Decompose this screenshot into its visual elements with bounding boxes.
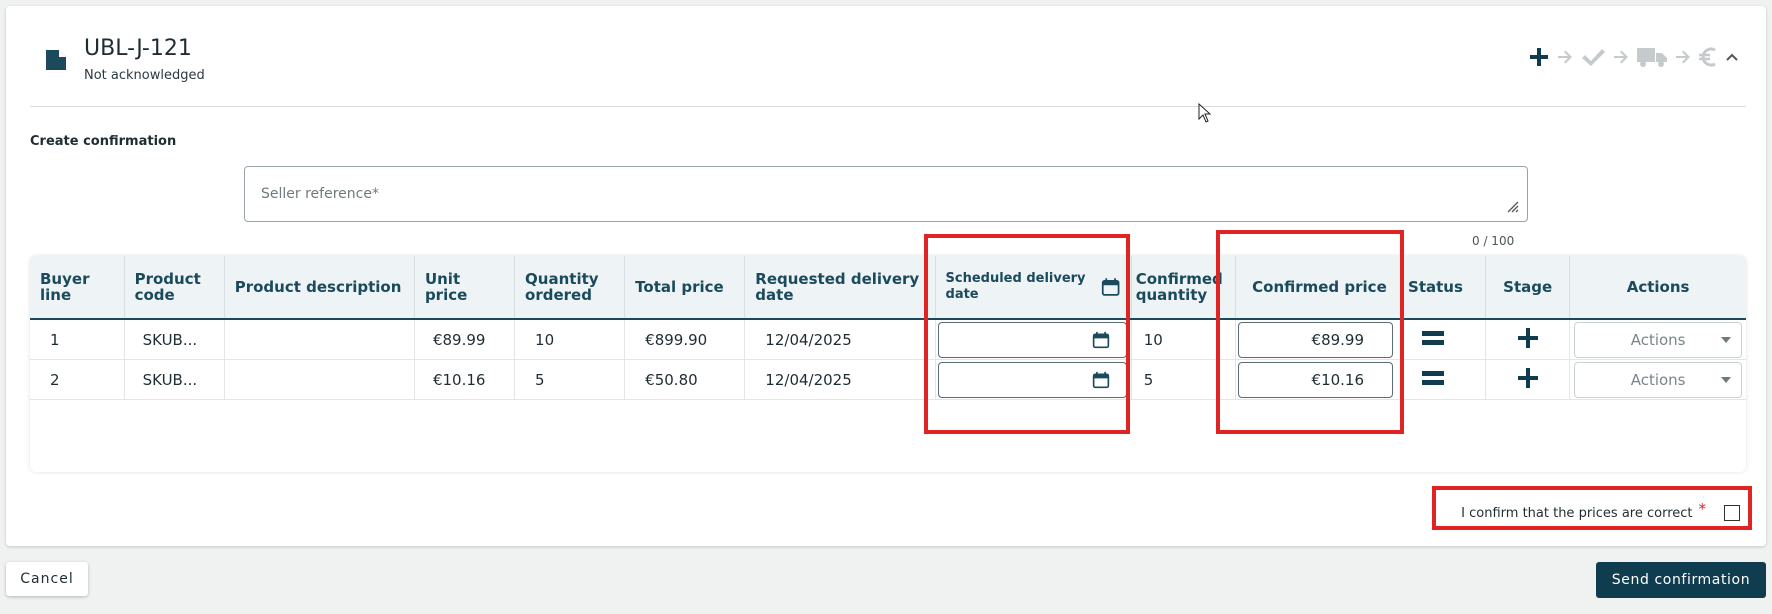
column-header-scheduled-delivery[interactable]: Scheduled delivery date: [935, 256, 1132, 320]
stage-cell: [1485, 319, 1571, 360]
column-header[interactable]: Status: [1403, 256, 1487, 320]
plus-icon[interactable]: [1517, 327, 1539, 349]
table-row: 1 SKUB... €89.99 10 €899.90 12/04/2025 1…: [30, 319, 1746, 360]
column-header[interactable]: Stage: [1485, 256, 1571, 320]
scheduled-delivery-input[interactable]: [937, 321, 1127, 358]
equals-icon: [1422, 370, 1445, 385]
product-code-cell: SKUB...: [124, 319, 225, 360]
calendar-icon[interactable]: [1092, 331, 1110, 349]
plus-icon[interactable]: [1528, 46, 1550, 68]
confirm-prices-label: I confirm that the prices are correct: [1461, 505, 1693, 521]
character-counter: 0 / 100: [1472, 234, 1515, 248]
resize-handle-icon[interactable]: [1505, 199, 1519, 213]
document-icon: [46, 50, 66, 70]
equals-icon: [1422, 330, 1445, 345]
confirmed-price-cell: €89.99: [1235, 319, 1405, 360]
arrow-right-icon: [1676, 50, 1690, 64]
cancel-button[interactable]: Cancel: [6, 562, 88, 596]
order-title: UBL-J-121: [84, 36, 192, 61]
confirmation-card: UBL-J-121 Not acknowledged Create confir…: [6, 6, 1766, 546]
scheduled-delivery-cell: [935, 319, 1132, 360]
confirm-prices-checkbox[interactable]: [1724, 505, 1740, 521]
buyer-line-cell: 1: [30, 319, 125, 360]
send-confirmation-button[interactable]: Send confirmation: [1596, 562, 1766, 598]
unit-price-cell: €10.16: [414, 359, 516, 400]
product-description-cell: [224, 359, 415, 400]
confirm-prices-row: I confirm that the prices are correct *: [1438, 492, 1750, 534]
table-row: 2 SKUB... €10.16 5 €50.80 12/04/2025 5 €…: [30, 359, 1746, 400]
seller-reference-field[interactable]: [244, 166, 1528, 222]
calendar-icon[interactable]: [1101, 276, 1120, 298]
stage-cell: [1485, 359, 1571, 400]
column-header[interactable]: Confirmed price: [1235, 256, 1405, 320]
scheduled-delivery-cell: [935, 359, 1132, 400]
plus-icon[interactable]: [1517, 367, 1539, 389]
mouse-cursor-icon: [1198, 103, 1212, 123]
order-lines-table: Buyer line Product code Product descript…: [30, 256, 1746, 472]
requested-delivery-cell: 12/04/2025: [744, 319, 936, 360]
actions-dropdown[interactable]: Actions: [1574, 361, 1742, 398]
quantity-ordered-cell: 10: [514, 319, 626, 360]
actions-label: Actions: [1630, 330, 1686, 349]
euro-icon: [1699, 47, 1716, 67]
seller-reference-input[interactable]: [259, 177, 1463, 211]
scheduled-delivery-input[interactable]: [937, 361, 1127, 398]
unit-price-cell: €89.99: [414, 319, 516, 360]
confirmed-price-cell: €10.16: [1235, 359, 1405, 400]
order-status: Not acknowledged: [84, 68, 205, 83]
divider: [30, 106, 1746, 107]
total-price-cell: €899.90: [624, 319, 746, 360]
chevron-up-icon[interactable]: [1724, 49, 1740, 65]
column-header[interactable]: Unit price: [414, 256, 516, 320]
buyer-line-cell: 2: [30, 359, 125, 400]
column-header[interactable]: Product code: [124, 256, 225, 320]
section-title: Create confirmation: [30, 134, 177, 149]
column-header[interactable]: Buyer line: [30, 256, 125, 320]
confirmed-price-input[interactable]: €89.99: [1237, 321, 1394, 358]
requested-delivery-cell: 12/04/2025: [744, 359, 936, 400]
column-header-label: Scheduled delivery date: [945, 271, 1086, 302]
column-header[interactable]: Confirmed quantity: [1131, 256, 1236, 320]
column-header[interactable]: Total price: [624, 256, 746, 320]
actions-cell: Actions: [1569, 359, 1746, 400]
truck-icon: [1637, 48, 1667, 67]
actions-cell: Actions: [1569, 319, 1746, 360]
arrow-right-icon: [1558, 50, 1572, 64]
column-header[interactable]: Product description: [224, 256, 415, 320]
table-header-row: Buyer line Product code Product descript…: [30, 256, 1746, 320]
confirmed-quantity-cell: 5: [1131, 359, 1236, 400]
column-header[interactable]: Quantity ordered: [514, 256, 626, 320]
actions-dropdown[interactable]: Actions: [1574, 321, 1742, 358]
confirmed-quantity-cell: 10: [1131, 319, 1236, 360]
order-flow: [1528, 42, 1740, 72]
dropdown-caret-icon: [1721, 376, 1731, 383]
actions-label: Actions: [1630, 370, 1686, 389]
column-header[interactable]: Requested delivery date: [744, 256, 936, 320]
quantity-ordered-cell: 5: [514, 359, 626, 400]
calendar-icon[interactable]: [1092, 371, 1110, 389]
required-mark: *: [1698, 500, 1707, 518]
dropdown-caret-icon: [1721, 336, 1731, 343]
column-header[interactable]: Actions: [1569, 256, 1746, 320]
status-cell: [1403, 359, 1487, 400]
total-price-cell: €50.80: [624, 359, 746, 400]
check-icon: [1582, 49, 1605, 66]
status-cell: [1403, 319, 1487, 360]
product-code-cell: SKUB...: [124, 359, 225, 400]
product-description-cell: [224, 319, 415, 360]
arrow-right-icon: [1614, 50, 1628, 64]
confirmed-price-input[interactable]: €10.16: [1237, 361, 1394, 398]
